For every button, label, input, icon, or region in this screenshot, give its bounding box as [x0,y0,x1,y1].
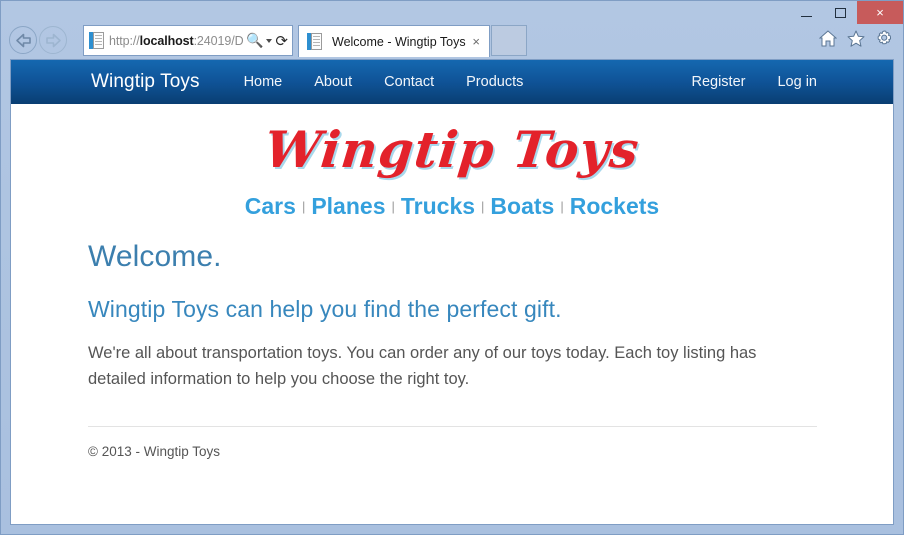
category-separator: | [301,199,306,214]
category-separator: | [560,199,564,214]
minimize-icon [800,16,812,17]
home-icon[interactable] [819,29,837,47]
page-body-text: We're all about transportation toys. You… [88,344,757,389]
browser-window: × http://localhost:24019/D 🔍 ⟳ Welcome -… [0,0,904,535]
category-separator: | [481,199,485,214]
favorites-star-icon[interactable] [847,30,865,47]
category-links: Cars | Planes | Trucks | Boats | Rockets [11,183,893,226]
category-link-cars[interactable]: Cars [242,193,299,219]
nav-item-login[interactable]: Log in [761,74,833,90]
new-tab-button[interactable] [491,25,527,56]
tab-close-icon[interactable]: × [469,34,483,49]
site-brand[interactable]: Wingtip Toys [91,71,200,93]
page-document-icon [89,32,104,49]
page-footer: © 2013 - Wingtip Toys [88,444,221,460]
category-link-rockets[interactable]: Rockets [567,193,662,219]
site-nav-links: Home About Contact Products [228,74,540,90]
address-url-text: http://localhost:24019/D [109,33,244,48]
nav-item-about[interactable]: About [298,74,368,90]
back-button[interactable] [9,26,37,54]
nav-item-products[interactable]: Products [450,74,539,90]
tab-title: Welcome - Wingtip Toys [332,34,466,49]
nav-item-home[interactable]: Home [228,74,299,90]
close-button[interactable]: × [857,1,903,24]
browser-toolbar: http://localhost:24019/D 🔍 ⟳ Welcome - W… [1,23,903,59]
site-navbar: Wingtip Toys Home About Contact Products… [11,60,893,104]
category-link-trucks[interactable]: Trucks [398,193,478,219]
site-logo[interactable]: Wingtip Toys [262,120,642,179]
address-bar-icons: 🔍 ⟳ [246,32,288,50]
forward-arrow-icon [45,33,61,47]
forward-button[interactable] [39,26,67,54]
page-subtitle: Wingtip Toys can help you find the perfe… [88,296,562,322]
maximize-button[interactable] [823,1,857,24]
site-nav-account-links: Register Log in [675,74,833,90]
search-icon[interactable]: 🔍 [246,32,263,49]
tab-favicon-icon [307,33,322,50]
maximize-icon [834,7,846,18]
address-bar[interactable]: http://localhost:24019/D 🔍 ⟳ [83,25,293,56]
chevron-down-icon[interactable] [266,38,273,43]
content-divider [88,426,817,428]
tab-strip: Welcome - Wingtip Toys × [298,25,527,57]
site-logo-container: Wingtip Toys [11,104,893,183]
close-icon: × [876,5,884,20]
main-content: Welcome. Wingtip Toys can help you find … [11,226,893,459]
tab-welcome-wingtip-toys[interactable]: Welcome - Wingtip Toys × [298,25,490,57]
navigation-buttons [9,26,67,54]
nav-item-contact[interactable]: Contact [368,74,450,90]
page-viewport: Wingtip Toys Home About Contact Products… [10,59,894,525]
window-controls: × [789,1,903,24]
category-link-boats[interactable]: Boats [487,193,557,219]
title-bar: × [1,1,903,25]
page-title: Welcome. [88,240,222,273]
settings-gear-icon[interactable] [875,29,893,47]
category-link-planes[interactable]: Planes [308,193,388,219]
browser-tool-icons [819,29,893,47]
category-separator: | [391,199,395,214]
back-arrow-icon [15,33,31,47]
nav-item-register[interactable]: Register [675,74,761,90]
refresh-icon[interactable]: ⟳ [275,32,288,50]
